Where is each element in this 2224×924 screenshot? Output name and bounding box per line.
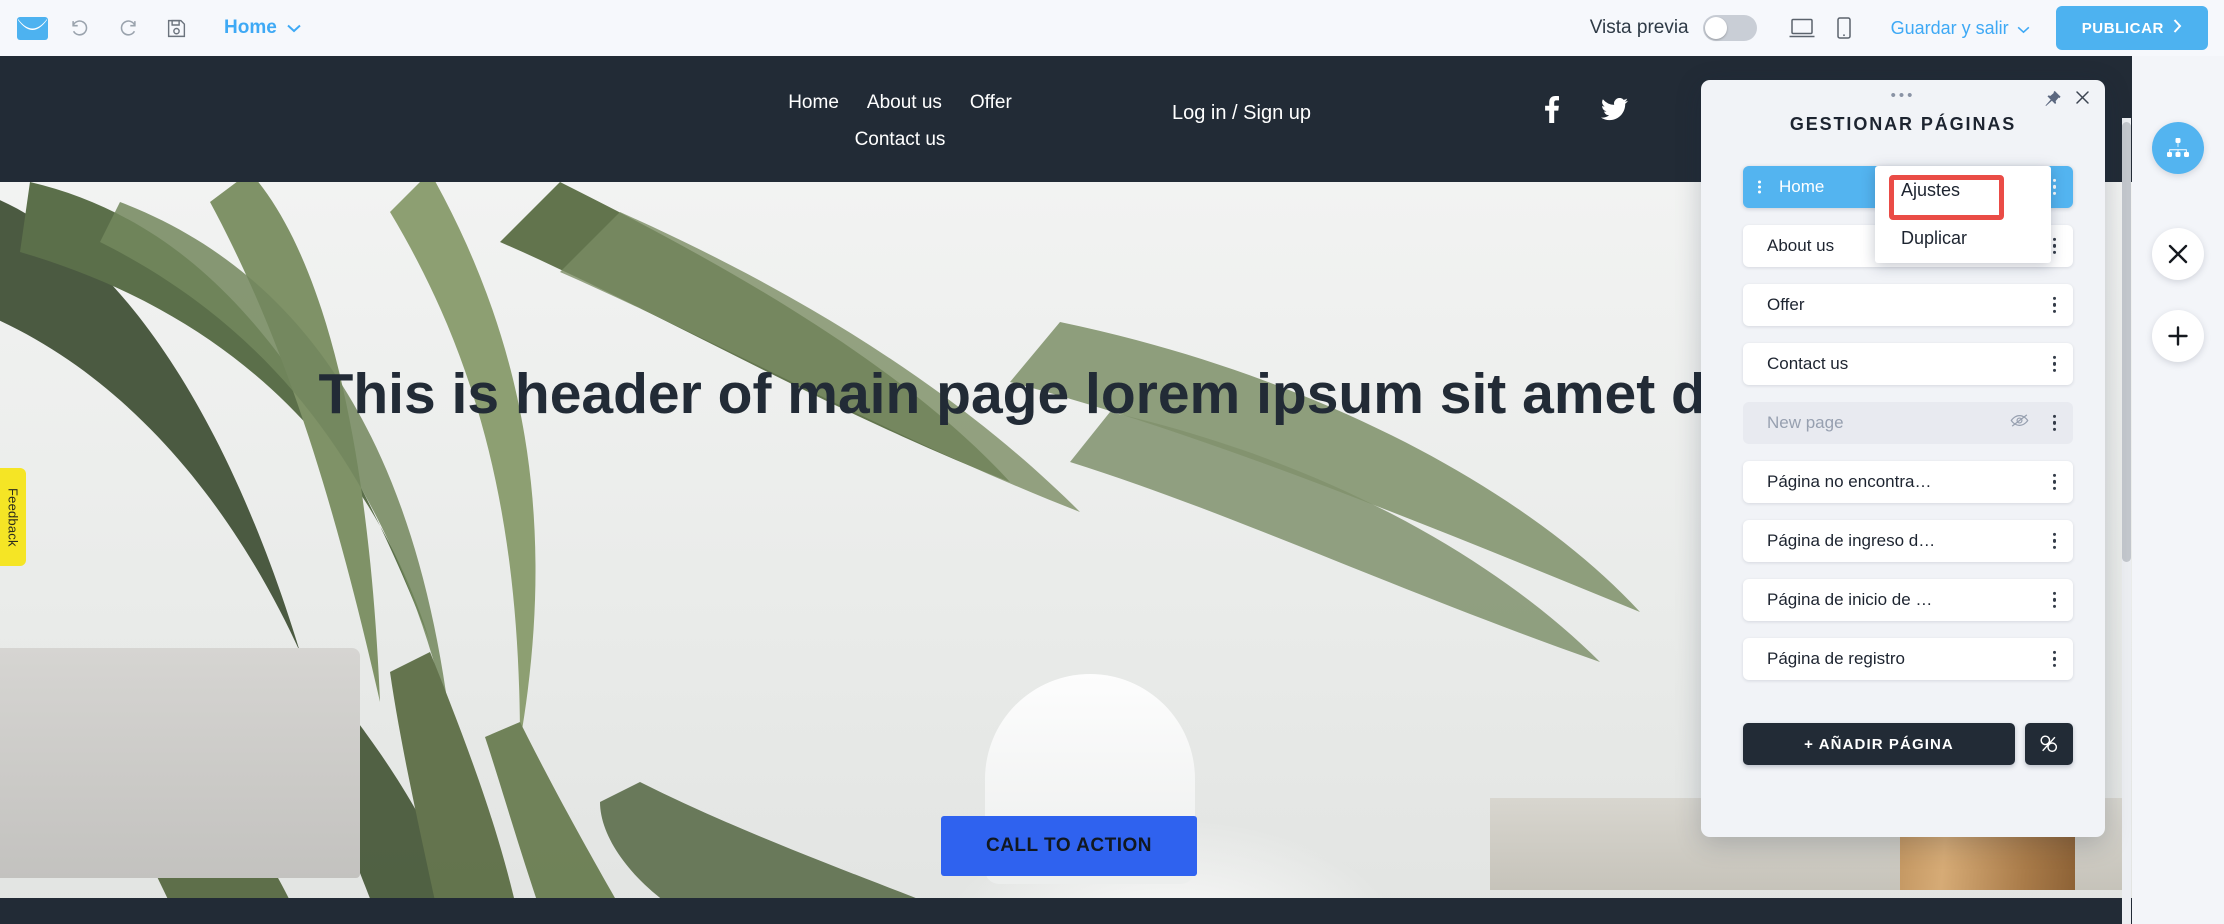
- drag-grip-icon[interactable]: •••: [1891, 88, 1916, 103]
- page-row-new-page[interactable]: New page: [1743, 402, 2073, 444]
- kebab-menu-icon[interactable]: [2050, 294, 2059, 316]
- canvas-scrollbar[interactable]: [2122, 118, 2131, 924]
- page-row-label: Página de ingreso d…: [1767, 531, 1936, 550]
- redo-icon[interactable]: [106, 6, 150, 50]
- kebab-menu-icon[interactable]: [2050, 471, 2059, 493]
- save-and-exit-button[interactable]: Guardar y salir: [1891, 18, 2030, 39]
- eye-off-icon[interactable]: [2010, 413, 2029, 433]
- close-icon[interactable]: [2074, 89, 2091, 111]
- site-nav-auth-link[interactable]: Log in / Sign up: [1172, 102, 1311, 125]
- panel-footer-actions: + AÑADIR PÁGINA: [1743, 723, 2073, 765]
- page-row-label: Página de registro: [1767, 649, 1905, 668]
- page-row-pagina-de-registro[interactable]: Página de registro: [1743, 638, 2073, 680]
- feedback-tab-label: Feedback: [5, 487, 21, 547]
- site-nav-link-contact-us[interactable]: Contact us: [855, 121, 946, 158]
- page-footer-band: [0, 898, 2132, 924]
- panel-title: GESTIONAR PÁGINAS: [1789, 114, 2017, 134]
- link-chain-icon[interactable]: [2025, 723, 2073, 765]
- mobile-icon[interactable]: [1823, 7, 1865, 49]
- plus-icon[interactable]: [2152, 310, 2204, 362]
- page-row-pagina-de-inicio[interactable]: Página de inicio de …: [1743, 579, 2073, 621]
- facebook-icon[interactable]: [1545, 96, 1560, 128]
- kebab-menu-icon[interactable]: [2050, 530, 2059, 552]
- page-row-label: Home: [1779, 177, 1825, 196]
- scrollbar-thumb[interactable]: [2122, 122, 2131, 562]
- toolbar-left-group: Home: [0, 6, 301, 50]
- undo-icon[interactable]: [58, 6, 102, 50]
- twitter-icon[interactable]: [1601, 97, 1628, 126]
- site-nav-links: Home About us Offer Contact us: [770, 84, 1030, 158]
- call-to-action-button[interactable]: CALL TO ACTION: [941, 816, 1197, 876]
- page-row-label: About us: [1767, 236, 1835, 255]
- plant-pot: [0, 648, 360, 878]
- page-row-label: Página de inicio de …: [1767, 590, 1933, 609]
- kebab-menu-icon[interactable]: [2050, 353, 2059, 375]
- page-row-label: New page: [1767, 413, 1844, 432]
- publish-label: PUBLICAR: [2081, 19, 2164, 37]
- site-nav-link-home[interactable]: Home: [788, 84, 839, 121]
- context-menu-item-duplicar[interactable]: Duplicar: [1875, 214, 2051, 262]
- kebab-menu-icon[interactable]: [2050, 176, 2059, 198]
- desktop-icon[interactable]: [1781, 7, 1823, 49]
- preview-label: Vista previa: [1589, 17, 1689, 38]
- site-nav-link-offer[interactable]: Offer: [970, 84, 1012, 121]
- add-page-button[interactable]: + AÑADIR PÁGINA: [1743, 723, 2015, 765]
- editor-toolbar: Home Vista previa Guardar y salir PUBLIC…: [0, 0, 2224, 56]
- save-and-exit-label: Guardar y salir: [1890, 17, 2009, 38]
- sitemap-icon[interactable]: [2152, 122, 2204, 174]
- save-disk-icon[interactable]: [154, 6, 198, 50]
- right-action-rail: [2132, 56, 2224, 924]
- chevron-down-icon: [2017, 18, 2030, 39]
- page-row-label: Contact us: [1767, 354, 1849, 373]
- kebab-menu-icon[interactable]: [2050, 235, 2059, 257]
- page-row-label: Página no encontra…: [1767, 472, 1932, 491]
- kebab-menu-icon[interactable]: [2050, 648, 2059, 670]
- chevron-down-icon: [287, 17, 301, 39]
- page-row-pagina-no-encontrada[interactable]: Página no encontra…: [1743, 461, 2073, 503]
- site-nav-link-about-us[interactable]: About us: [867, 84, 942, 121]
- chevron-right-icon: [2173, 19, 2182, 37]
- close-icon[interactable]: [2152, 228, 2204, 280]
- feedback-tab[interactable]: Feedback: [0, 468, 26, 566]
- pin-icon[interactable]: [2044, 90, 2061, 112]
- publish-button[interactable]: PUBLICAR: [2055, 6, 2208, 50]
- preview-toggle[interactable]: [1702, 15, 1757, 41]
- drag-handle-icon[interactable]: [1758, 180, 1761, 194]
- envelope-logo-icon[interactable]: [10, 6, 54, 50]
- page-context-menu: Ajustes Duplicar: [1875, 166, 2051, 263]
- page-row-contact-us[interactable]: Contact us: [1743, 343, 2073, 385]
- context-menu-item-ajustes[interactable]: Ajustes: [1875, 166, 2051, 214]
- kebab-menu-icon[interactable]: [2050, 589, 2059, 611]
- toolbar-right-group: Vista previa Guardar y salir PUBLICAR: [1590, 6, 2224, 50]
- page-selector-label: Home: [224, 17, 277, 38]
- page-row-offer[interactable]: Offer: [1743, 284, 2073, 326]
- page-selector[interactable]: Home: [224, 17, 301, 39]
- page-row-pagina-de-ingreso[interactable]: Página de ingreso d…: [1743, 520, 2073, 562]
- site-nav-social-group: [1545, 96, 1628, 128]
- kebab-menu-icon[interactable]: [2050, 412, 2059, 434]
- page-row-label: Offer: [1767, 295, 1805, 314]
